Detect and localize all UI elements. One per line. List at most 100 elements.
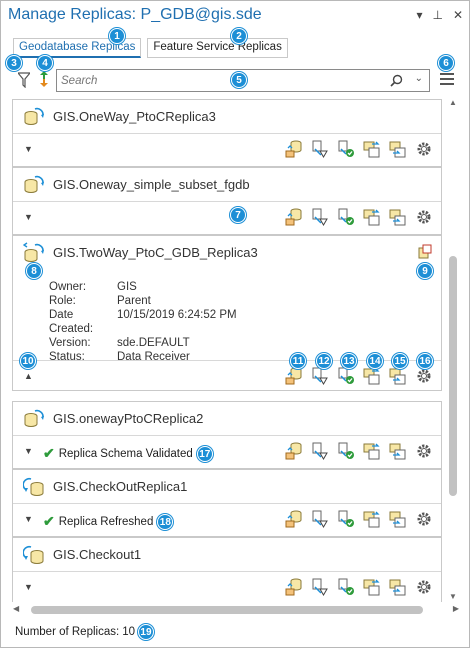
pin-icon[interactable]: ⊥ [432,8,442,22]
replica-card-header[interactable]: GIS.Checkout1 [13,538,441,572]
search-icon[interactable] [390,74,403,87]
search-input[interactable] [61,72,381,89]
replica-card-header[interactable]: GIS.Oneway_simple_subset_fgdb [13,168,441,202]
expand-chevron-down-icon[interactable]: ▼ [24,446,33,456]
callout-6: 6 [438,55,454,71]
synchronize-icon[interactable] [285,441,303,461]
export-acknowledgment-icon[interactable] [311,441,329,461]
replica-versions-icon[interactable] [417,244,433,260]
callout-15: 15 [392,353,408,369]
replica-actions [285,509,433,529]
properties-gear-icon[interactable] [415,441,433,461]
detail-value: sde.DEFAULT [117,337,190,349]
horizontal-scroll-thumb[interactable] [31,606,423,614]
expand-chevron-down-icon[interactable]: ▼ [24,144,33,154]
export-changes-icon[interactable] [389,207,407,227]
import-schema-icon[interactable] [363,441,381,461]
callout-7: 7 [230,207,246,223]
synchronize-icon[interactable] [285,509,303,529]
replica-name: GIS.TwoWay_PtoC_GDB_Replica3 [53,245,258,260]
replica-list: GIS.OneWay_PtoCReplica3 ▼ GIS.Oneway_sim… [9,98,445,602]
expand-chevron-down-icon[interactable]: ▼ [24,514,33,524]
replica-card: GIS.CheckOutReplica1 ▼ ✔ Replica Refresh… [12,469,442,537]
close-icon[interactable]: ✕ [453,8,463,22]
export-acknowledgment-icon[interactable] [311,139,329,159]
export-changes-icon[interactable] [389,139,407,159]
replica-name: GIS.OneWay_PtoCReplica3 [53,109,216,124]
validate-schema-icon[interactable] [337,207,355,227]
replica-count-value: 10 [122,626,135,638]
vertical-scroll-thumb[interactable] [449,256,457,496]
validate-schema-icon[interactable] [337,366,355,386]
import-schema-icon[interactable] [363,207,381,227]
vertical-scrollbar[interactable]: ▲ ▼ [447,98,459,602]
tab-feature-service-replicas[interactable]: Feature Service Replicas [147,38,288,58]
callout-11: 11 [290,353,306,369]
callout-2: 2 [231,28,247,44]
export-acknowledgment-icon[interactable] [311,207,329,227]
scroll-up-icon[interactable]: ▲ [449,98,457,107]
one-way-replica-icon [24,409,44,427]
replica-tabs: Geodatabase Replicas Feature Service Rep… [13,38,288,58]
replica-card: GIS.Oneway_simple_subset_fgdb ▼ [12,167,442,235]
export-changes-icon[interactable] [389,509,407,529]
callout-14: 14 [367,353,383,369]
replica-card-header[interactable]: GIS.OneWay_PtoCReplica3 [13,100,441,134]
callout-10: 10 [20,353,36,369]
callout-18: 18 [157,513,174,530]
scroll-left-icon[interactable]: ◀ [13,604,19,613]
pane-titlebar: Manage Replicas: P_GDB@gis.sde ▾ ⊥ ✕ [1,1,469,31]
properties-gear-icon[interactable] [415,207,433,227]
replica-count: Number of Replicas: 10 19 [15,624,154,640]
import-schema-icon[interactable] [363,509,381,529]
scroll-down-icon[interactable]: ▼ [449,592,457,601]
validate-schema-icon[interactable] [337,441,355,461]
callout-17: 17 [196,445,213,462]
replica-card-header[interactable]: GIS.CheckOutReplica1 [13,470,441,504]
expand-chevron-down-icon[interactable]: ▼ [24,582,33,592]
import-schema-icon[interactable] [363,139,381,159]
validate-schema-icon[interactable] [337,577,355,597]
callout-19: 19 [137,624,154,640]
validate-schema-icon[interactable] [337,139,355,159]
import-schema-icon[interactable] [363,366,381,386]
dropdown-icon[interactable]: ▾ [416,8,422,22]
replica-name: GIS.Checkout1 [53,547,142,562]
replica-status: ✔ Replica Refreshed 18 [43,513,174,530]
scroll-right-icon[interactable]: ▶ [453,604,459,613]
expand-chevron-down-icon[interactable]: ▼ [24,212,33,222]
replica-card-header[interactable]: GIS.TwoWay_PtoC_GDB_Replica3 [13,236,441,270]
export-acknowledgment-icon[interactable] [311,577,329,597]
synchronize-icon[interactable] [285,577,303,597]
replica-card-header[interactable]: GIS.onewayPtoCReplica2 [13,402,441,436]
horizontal-scrollbar[interactable]: ◀ ▶ [9,604,459,616]
options-menu-icon[interactable] [440,73,454,88]
synchronize-icon[interactable] [285,139,303,159]
detail-label: Owner: [49,281,87,293]
replica-card: GIS.onewayPtoCReplica2 ▼ ✔ Replica Schem… [12,401,442,469]
export-changes-icon[interactable] [389,577,407,597]
callout-13: 13 [341,353,357,369]
detail-label: Role: [49,295,76,307]
export-changes-icon[interactable] [389,441,407,461]
sort-icon[interactable] [39,70,49,88]
one-way-replica-icon [24,175,44,193]
search-options-chevron-down-icon[interactable]: ⌄ [415,73,423,84]
synchronize-icon[interactable] [285,207,303,227]
status-text: Replica Refreshed [58,515,154,528]
properties-gear-icon[interactable] [415,139,433,159]
properties-gear-icon[interactable] [415,509,433,529]
properties-gear-icon[interactable] [415,577,433,597]
manage-replicas-pane: Manage Replicas: P_GDB@gis.sde ▾ ⊥ ✕ Geo… [0,0,470,648]
import-schema-icon[interactable] [363,577,381,597]
filter-icon[interactable] [18,72,30,88]
callout-4: 4 [37,55,53,71]
export-acknowledgment-icon[interactable] [311,509,329,529]
replica-actions [285,139,433,159]
replica-card: GIS.OneWay_PtoCReplica3 ▼ [12,99,442,167]
replica-card-footer: ▼ [13,202,441,234]
collapse-chevron-up-icon[interactable]: ▲ [24,371,33,381]
checkout-replica-icon [23,545,44,564]
validate-schema-icon[interactable] [337,509,355,529]
checkout-replica-icon [23,477,44,496]
